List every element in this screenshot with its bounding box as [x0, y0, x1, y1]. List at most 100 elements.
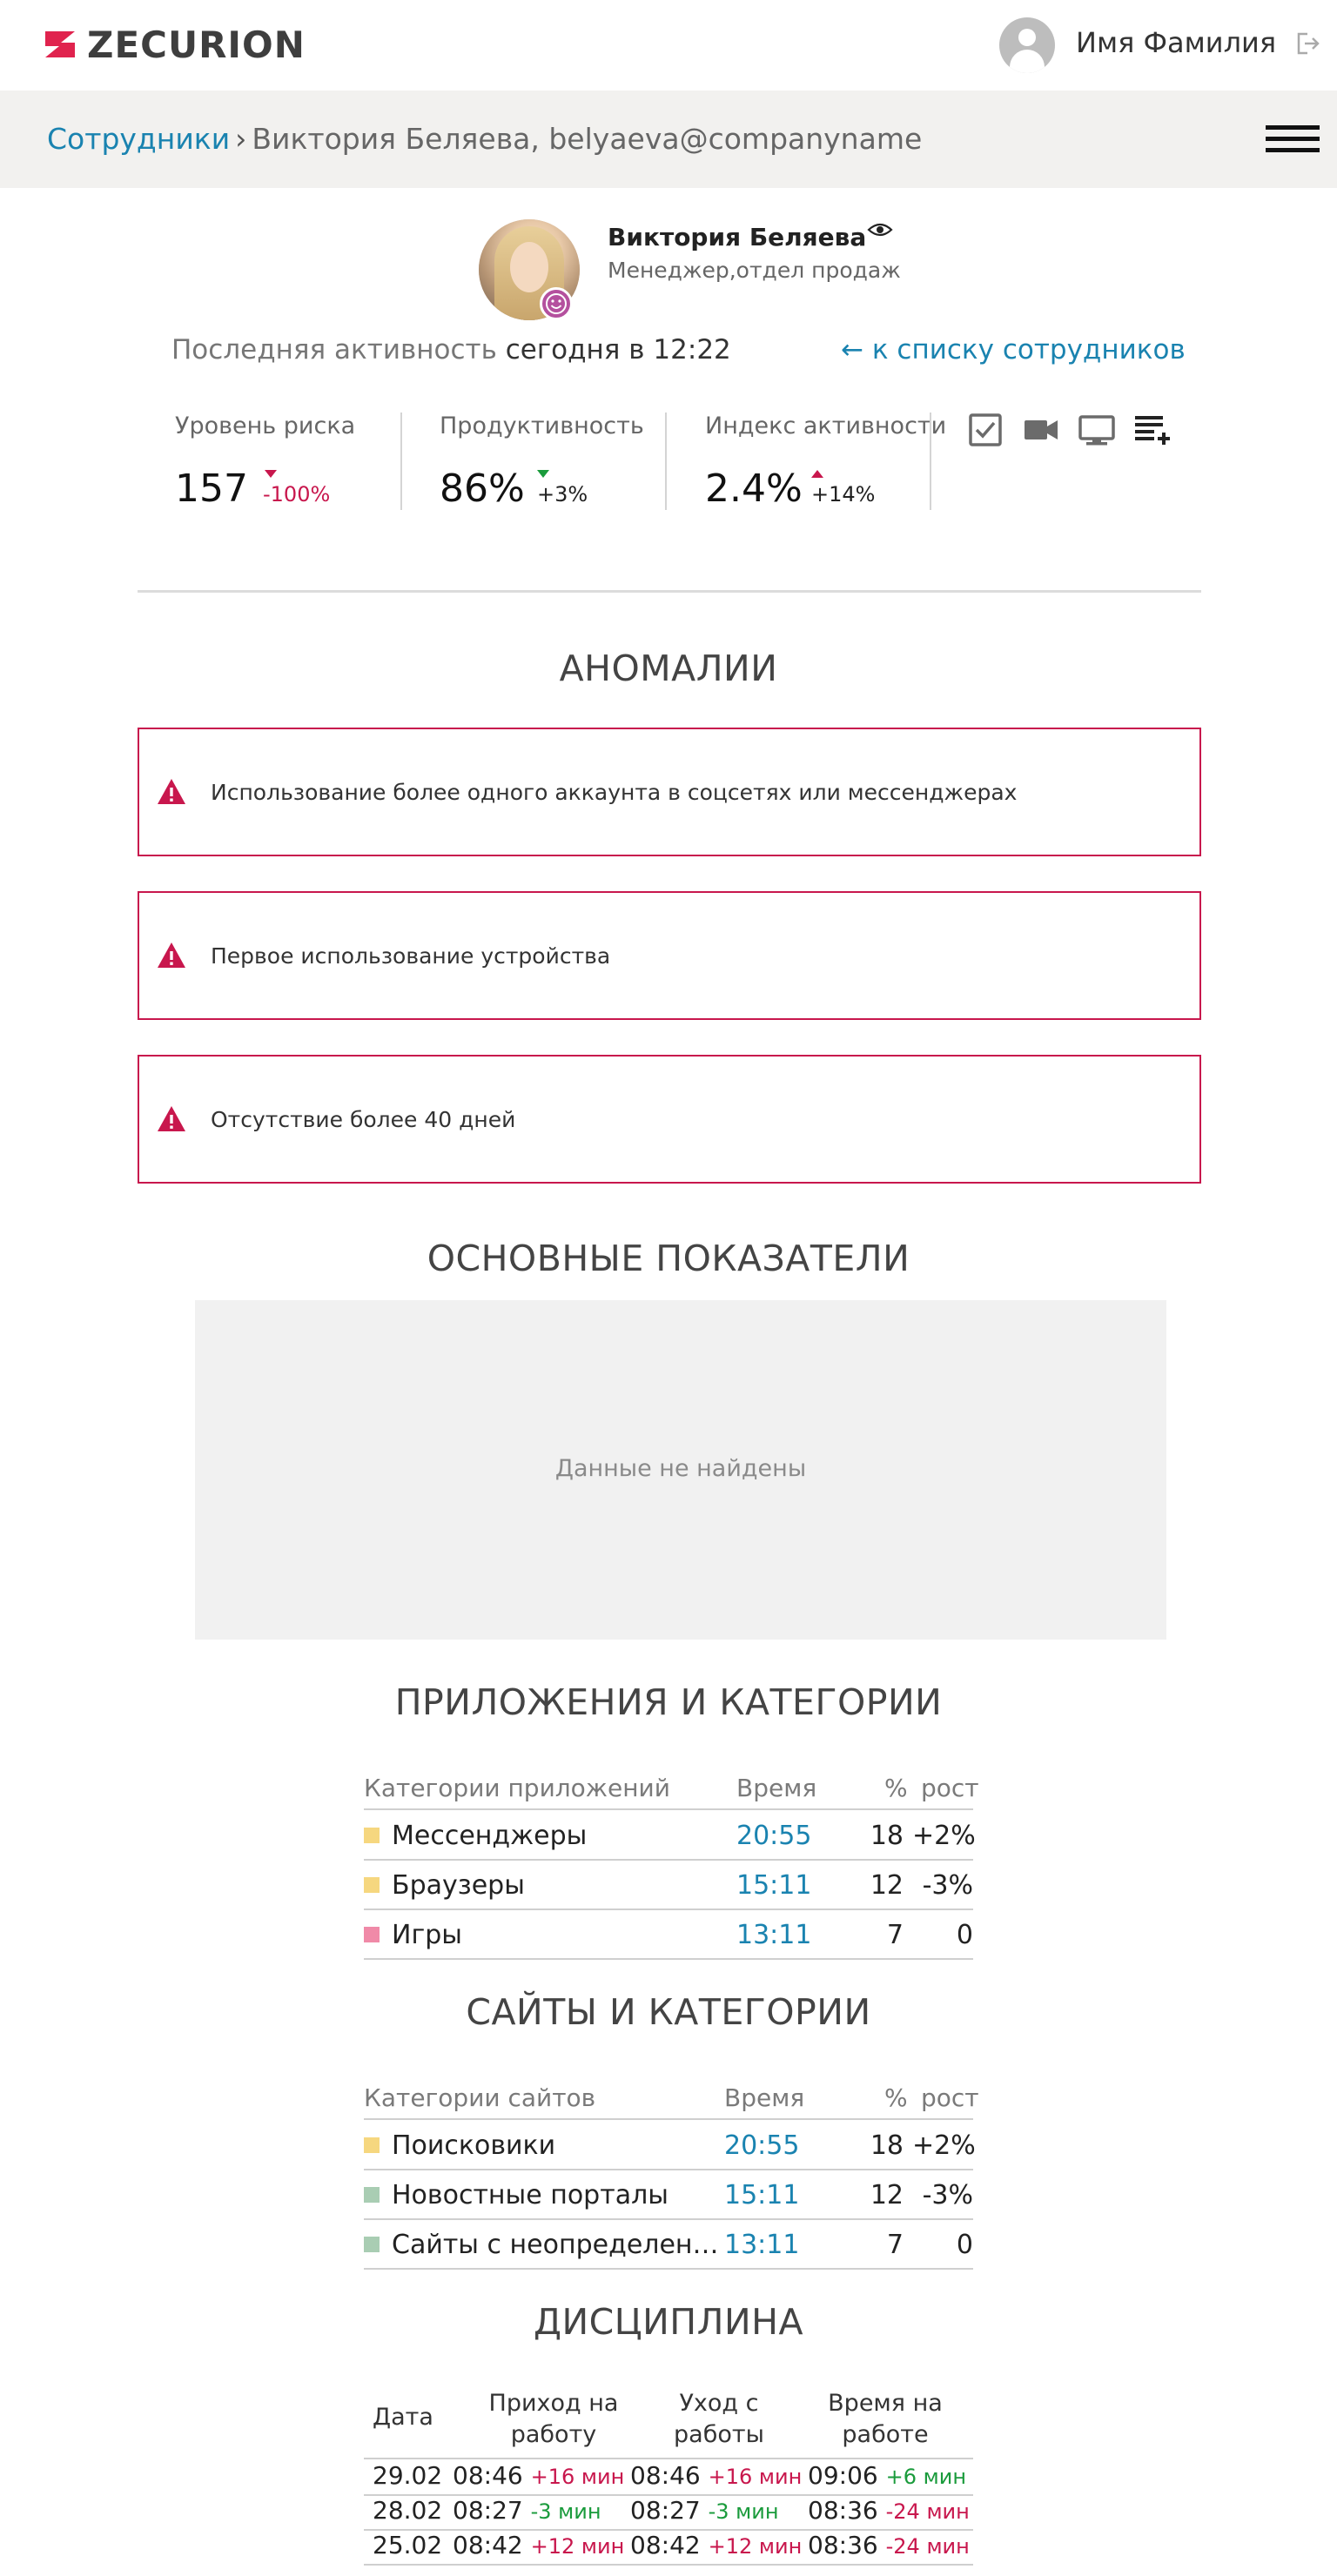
anomaly-card[interactable]: Отсутствие более 40 дней: [138, 1055, 1201, 1184]
percent-value: 12: [870, 2180, 904, 2210]
table-row[interactable]: Мессенджеры 20:55 18 +2%: [364, 1810, 976, 1859]
column-header: Уход с работы: [674, 2390, 764, 2448]
user-avatar[interactable]: [999, 17, 1055, 73]
category-color-swatch: [364, 1828, 380, 1843]
time-link[interactable]: 20:55: [724, 2130, 799, 2161]
metric-activity-index[interactable]: Индекс активности 2.4% +14%: [705, 413, 947, 511]
monitor-icon[interactable]: [1078, 411, 1116, 449]
warning-icon: [158, 779, 185, 804]
eye-icon[interactable]: [867, 219, 893, 240]
breadcrumb-separator: ›: [235, 122, 247, 156]
trend-up-icon: [811, 470, 823, 478]
date-cell: 25.02: [373, 2531, 443, 2559]
user-name[interactable]: Имя Фамилия: [1076, 26, 1276, 59]
logout-icon[interactable]: [1295, 30, 1321, 57]
departure-cell: 08:42 +12 мин: [630, 2531, 803, 2559]
departure-cell: 08:27 -3 мин: [630, 2496, 779, 2525]
breadcrumb-employees-link[interactable]: Сотрудники: [47, 122, 230, 156]
work-time-cell: 08:36 -24 мин: [808, 2496, 970, 2525]
anomaly-text: Отсутствие более 40 дней: [211, 1107, 516, 1132]
logo-text: ZECURION: [87, 23, 306, 66]
column-header: Дата: [373, 2404, 433, 2431]
discipline-title: ДИСЦИПЛИНА: [533, 2301, 804, 2343]
metric-label: Индекс активности: [705, 413, 947, 439]
playlist-add-icon[interactable]: [1133, 411, 1172, 449]
work-time-cell: 08:36 -24 мин: [808, 2531, 970, 2559]
date-cell: 29.02: [373, 2461, 443, 2490]
metric-delta: +3%: [537, 482, 588, 506]
category-name: Сайты с неопределенным…: [392, 2230, 721, 2260]
percent-value: 18: [870, 1821, 904, 1851]
column-header: Приход на работу: [488, 2390, 619, 2448]
no-data-text: Данные не найдены: [554, 1455, 807, 1482]
arrival-cell: 08:42 +12 мин: [453, 2531, 625, 2559]
anomaly-text: Использование более одного аккаунта в со…: [211, 780, 1018, 805]
time-link[interactable]: 15:11: [736, 1870, 811, 1901]
percent-value: 12: [870, 1870, 904, 1901]
arrival-cell: 08:46 +16 мин: [453, 2461, 625, 2490]
anomaly-card[interactable]: Первое использование устройства: [138, 891, 1201, 1020]
menu-icon[interactable]: [1266, 125, 1320, 155]
last-activity-value: сегодня в 12:22: [505, 334, 731, 366]
category-name: Новостные порталы: [392, 2180, 668, 2210]
metric-delta: -100%: [263, 482, 331, 506]
metric-label: Уровень риска: [175, 413, 356, 439]
top-header: ZECURION Имя Фамилия: [0, 0, 1337, 91]
trend-down-icon: [537, 470, 549, 478]
time-link[interactable]: 13:11: [724, 2230, 799, 2260]
divider: [665, 413, 667, 510]
metric-risk-level[interactable]: Уровень риска 157 -100%: [175, 413, 356, 511]
time-link[interactable]: 20:55: [736, 1821, 811, 1851]
video-camera-icon[interactable]: [1022, 411, 1060, 449]
metric-delta: +14%: [811, 482, 876, 506]
category-color-swatch: [364, 2137, 380, 2153]
last-activity: Последняя активность сегодня в 12:22: [171, 334, 731, 366]
table-row[interactable]: Новостные порталы 15:11 12 -3%: [364, 2170, 973, 2218]
table-row[interactable]: Поисковики 20:55 18 +2%: [364, 2120, 976, 2169]
table-row[interactable]: Браузеры 15:11 12 -3%: [364, 1860, 973, 1909]
work-time-cell: 09:06 +6 мин: [808, 2461, 967, 2490]
arrival-cell: 08:27 -3 мин: [453, 2496, 601, 2525]
breadcrumb: Сотрудники › Виктория Беляева, belyaeva@co…: [47, 122, 922, 156]
checkbox-icon[interactable]: [966, 411, 1004, 449]
logo-mark-icon: [45, 31, 75, 57]
breadcrumb-current: Виктория Беляева, belyaeva@companyname: [252, 122, 923, 156]
zecurion-logo[interactable]: ZECURION: [44, 23, 306, 66]
breadcrumb-bar: Сотрудники › Виктория Беляева, belyaeva@co…: [0, 91, 1337, 188]
category-name: Браузеры: [392, 1870, 525, 1901]
time-link[interactable]: 15:11: [724, 2180, 799, 2210]
percent-value: 7: [886, 1920, 904, 1950]
smile-icon: [540, 287, 573, 320]
back-to-employees-link[interactable]: ← к списку сотрудников: [841, 334, 1186, 366]
category-name: Мессенджеры: [392, 1821, 588, 1851]
date-cell: 28.02: [373, 2496, 443, 2525]
column-header: Время: [736, 1774, 817, 1802]
metric-value: 86%: [440, 466, 525, 511]
column-header: %: [884, 1774, 908, 1802]
apps-title: ПРИЛОЖЕНИЯ И КАТЕГОРИИ: [394, 1681, 943, 1723]
metric-value: 157: [175, 466, 248, 511]
table-row[interactable]: Игры 13:11 7 0: [364, 1909, 973, 1958]
column-header: Время: [724, 2083, 805, 2112]
percent-value: 7: [886, 2230, 904, 2260]
time-link[interactable]: 13:11: [736, 1920, 811, 1950]
table-row[interactable]: Сайты с неопределенным… 13:11 7 0: [364, 2219, 973, 2268]
divider: [930, 413, 931, 510]
category-color-swatch: [364, 2237, 380, 2252]
metric-label: Продуктивность: [440, 413, 644, 439]
divider: [138, 590, 1201, 593]
anomaly-text: Первое использование устройства: [211, 943, 611, 969]
category-color-swatch: [364, 2187, 380, 2203]
column-header: %: [884, 2083, 908, 2112]
category-name: Игры: [392, 1920, 462, 1950]
metric-productivity[interactable]: Продуктивность 86% +3%: [440, 413, 644, 511]
growth-value: 0: [956, 2230, 973, 2260]
column-header: рост: [921, 1774, 979, 1802]
departure-cell: 08:46 +16 мин: [630, 2461, 803, 2490]
main-metrics-title: ОСНОВНЫЕ ПОКАЗАТЕЛИ: [427, 1238, 910, 1279]
anomaly-card[interactable]: Использование более одного аккаунта в со…: [138, 728, 1201, 856]
last-activity-label: Последняя активность: [171, 334, 497, 366]
employee-role: Менеджер,отдел продаж: [608, 258, 901, 283]
anomalies-title: АНОМАЛИИ: [559, 647, 778, 689]
growth-value: +2%: [912, 1821, 976, 1851]
